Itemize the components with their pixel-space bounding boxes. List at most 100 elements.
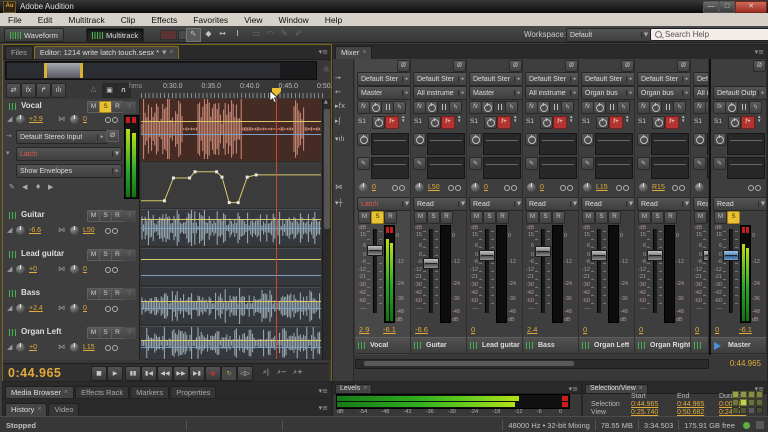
fader-handle[interactable] [535, 246, 551, 257]
eq-power-button[interactable] [413, 133, 426, 146]
send-spinner[interactable]: ▲ ▼ [569, 115, 578, 123]
strip-mute-button[interactable]: M [638, 211, 651, 224]
eq-graph[interactable] [483, 133, 521, 155]
fx-freeze-button[interactable]: ϟ [673, 101, 686, 114]
send-spinner[interactable]: ▲ ▼ [625, 115, 634, 123]
pan-knob[interactable] [527, 183, 536, 192]
timeline-ruler[interactable]: hms 0:30.00:35.00:40.00:45.00:50. [129, 81, 323, 99]
panel-menu-icon[interactable]: ▾≡ [319, 48, 328, 56]
pan-envelope-line[interactable] [141, 228, 321, 229]
add-keyframe-icon[interactable]: ♦ [35, 183, 41, 191]
send-power-button[interactable] [484, 116, 497, 129]
fader-handle[interactable] [723, 250, 739, 261]
send-power-button[interactable] [652, 116, 665, 129]
send-spinner[interactable]: ▲ ▼ [757, 115, 766, 123]
fader-value[interactable]: 0 [583, 325, 587, 334]
phase-button[interactable]: Ø [753, 60, 766, 72]
pan-value[interactable]: 0 [83, 305, 87, 312]
lasso-tool[interactable]: ◠ [264, 28, 277, 40]
automation-mode-select[interactable]: Read▼ [693, 197, 709, 211]
fader-track[interactable] [653, 229, 657, 313]
zoom-in-button[interactable]: ⌕+ [291, 366, 305, 379]
volume-value[interactable]: +0 [29, 344, 37, 351]
transport-stop-button[interactable]: ■ [91, 366, 107, 381]
fader-value[interactable]: 0 [695, 325, 699, 334]
razor-tool[interactable]: ◆ [202, 28, 215, 40]
slip-tool[interactable]: ↔ [216, 28, 229, 40]
eq-power-button[interactable] [469, 133, 482, 146]
strip-record-arm-button[interactable]: R [552, 211, 565, 224]
transport-fast-forward-button[interactable]: ▶▶ [173, 366, 189, 381]
strip-name-row[interactable] [691, 337, 709, 354]
strip-name-row[interactable]: Master [711, 337, 767, 354]
metronome-icon[interactable]: △ [87, 83, 100, 96]
eq-graph[interactable] [539, 133, 577, 155]
eq-graph[interactable] [651, 133, 689, 155]
strip-record-arm-button[interactable]: R [608, 211, 621, 224]
pan-knob[interactable] [70, 226, 79, 235]
automation-mode-select[interactable]: Read▼ [713, 197, 767, 211]
pan-envelope-line[interactable] [141, 134, 321, 135]
routing-icon[interactable]: ↱ [36, 83, 51, 98]
fader-track[interactable] [729, 229, 733, 313]
strip-output-select[interactable]: Organ bus▸ [581, 86, 635, 100]
close-icon[interactable]: × [64, 389, 68, 396]
phase-button[interactable]: Ø [509, 60, 522, 72]
eq-power-button[interactable] [525, 133, 538, 146]
strip-mute-button[interactable]: M [694, 211, 707, 224]
transport-loop-button[interactable]: ↻ [221, 366, 237, 381]
transport-record-button[interactable]: ● [205, 366, 221, 381]
strip-solo-button[interactable]: S [483, 211, 496, 224]
pan-value[interactable]: 0 [540, 184, 544, 191]
fx-freeze-button[interactable]: ϟ [749, 101, 762, 114]
phase-button[interactable]: Ø [106, 130, 119, 142]
fader-track[interactable] [541, 229, 545, 313]
monitor-input-icon[interactable]: ▣ [102, 83, 117, 98]
pan-knob[interactable] [639, 183, 648, 192]
multitrack-view-button[interactable]: Multitrack [86, 28, 144, 42]
menu-item-clip[interactable]: Clip [113, 15, 144, 25]
send-power-button[interactable] [596, 116, 609, 129]
fader-handle[interactable] [647, 250, 663, 261]
send-prefader-button[interactable]: f+ [497, 116, 511, 129]
send-power-button[interactable] [728, 116, 741, 129]
volume-knob[interactable] [16, 226, 25, 235]
pan-value[interactable]: L50 [428, 184, 440, 191]
pan-value[interactable]: R15 [652, 184, 665, 191]
automation-mode-select[interactable]: Read▼ [581, 197, 635, 211]
transport-go-to-start-button[interactable]: ▮◀ [141, 366, 157, 381]
scroll-up-icon[interactable]: ▲ [324, 99, 328, 105]
close-icon[interactable]: × [639, 385, 643, 392]
show-envelopes-select[interactable]: Show Envelopes▸ [16, 164, 122, 178]
close-button[interactable]: ✕ [735, 1, 767, 13]
fader-track[interactable] [373, 229, 377, 313]
volume-value[interactable]: +0 [29, 266, 37, 273]
previous-keyframe-icon[interactable]: ◀ [22, 183, 27, 191]
eq-graph[interactable] [727, 157, 765, 179]
tab-history[interactable]: History× [5, 403, 47, 416]
strip-output-select[interactable]: All instrume▸ [693, 86, 709, 100]
workspace-select[interactable]: Default ▼ [566, 28, 651, 42]
automation-mode-select[interactable]: Latch▼ [357, 197, 411, 211]
zoom-out-button[interactable]: ⌕− [275, 366, 289, 379]
maximize-button[interactable]: □ [719, 1, 735, 13]
send-prefader-button[interactable]: f+ [385, 116, 399, 129]
strip-record-arm-button[interactable]: R [496, 211, 509, 224]
phase-button[interactable]: Ø [621, 60, 634, 72]
close-icon[interactable]: × [362, 49, 366, 56]
next-keyframe-icon[interactable]: ▶ [48, 183, 53, 191]
brush-tool[interactable]: ✎ [278, 28, 291, 40]
fx-freeze-button[interactable]: ϟ [617, 101, 630, 114]
eq-graph[interactable] [727, 133, 765, 155]
send-spinner[interactable]: ▲ ▼ [457, 115, 466, 123]
chevron-down-icon[interactable]: ▼ [162, 50, 166, 56]
edit-envelope-icon[interactable]: ✎ [9, 183, 15, 191]
pan-knob[interactable] [359, 183, 368, 192]
strip-solo-button[interactable]: S [595, 211, 608, 224]
send-prefader-button[interactable]: f+ [441, 116, 455, 129]
time-selection-tool[interactable]: I [231, 28, 244, 40]
fader-handle[interactable] [479, 250, 495, 261]
fader-value[interactable]: 0 [715, 325, 719, 334]
strip-output-select[interactable]: Master▸ [357, 86, 411, 100]
audio-clip[interactable] [141, 248, 321, 285]
